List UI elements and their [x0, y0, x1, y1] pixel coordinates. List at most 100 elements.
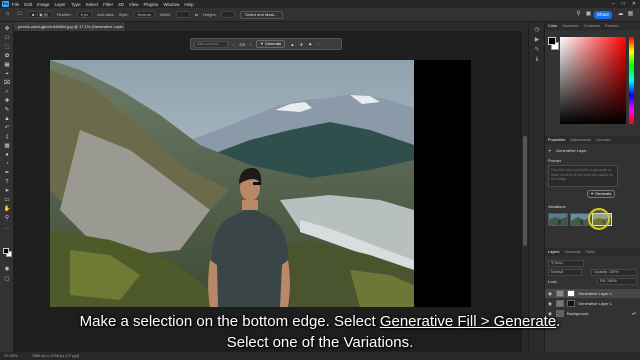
antialias-checkbox[interactable]: Anti-alias [97, 12, 113, 17]
quick-mask-icon[interactable]: ◉ [3, 266, 11, 272]
menu-window[interactable]: Window [163, 2, 179, 7]
menu-filter[interactable]: Filter [103, 2, 113, 7]
fill-control[interactable]: Fill: 100% [597, 278, 637, 285]
history-panel-icon[interactable]: ◷ [533, 26, 541, 34]
menu-plugins[interactable]: Plugins [144, 2, 159, 7]
tab-channels[interactable]: Channels [564, 250, 580, 254]
properties-prompt-input[interactable]: Describe what you'd like to generate or … [548, 165, 618, 187]
ctx-generate-button[interactable]: ✦ Generate [256, 40, 286, 48]
tab-paths[interactable]: Paths [585, 250, 595, 254]
properties-generate-button[interactable]: ✦ Generate [587, 190, 615, 198]
menu-3d[interactable]: 3D [118, 2, 124, 7]
screen-mode-icon[interactable]: ▢ [3, 276, 11, 282]
shape-tool-icon[interactable]: ▭ [3, 197, 11, 203]
type-tool-icon[interactable]: T [3, 179, 11, 185]
lasso-tool-icon[interactable]: ✿ [3, 53, 11, 59]
menu-edit[interactable]: Edit [24, 2, 32, 7]
variations-heading: Variations [548, 204, 566, 209]
color-picker-field[interactable] [560, 37, 626, 124]
cloud-icon[interactable]: ☁ [617, 11, 624, 18]
layer-row[interactable]: ◉ Generative Layer 1 [545, 289, 640, 298]
path-select-icon[interactable]: ➤ [3, 188, 11, 194]
object-select-icon[interactable]: ▦ [3, 62, 11, 68]
marquee-tool-icon[interactable]: □ [16, 11, 23, 18]
healing-brush-icon[interactable]: ✚ [3, 98, 11, 104]
close-icon[interactable]: ✕ [632, 1, 636, 7]
history-brush-icon[interactable]: ↶ [3, 125, 11, 131]
clone-stamp-icon[interactable]: ▲ [3, 116, 11, 122]
flag-icon[interactable]: ⚑ [308, 42, 312, 47]
eyedropper-icon[interactable]: ✓ [3, 89, 11, 95]
hue-slider[interactable] [629, 37, 634, 124]
gradient-tool-icon[interactable]: ▩ [3, 143, 11, 149]
maximize-icon[interactable]: □ [622, 1, 625, 7]
swap-icon[interactable]: ⇄ [195, 12, 198, 17]
document-canvas[interactable] [50, 60, 471, 307]
move-tool-icon[interactable]: ✥ [3, 26, 11, 32]
zoom-level[interactable]: 17.09% [4, 352, 18, 360]
scrollbar-thumb[interactable] [523, 136, 527, 246]
menu-image[interactable]: Image [37, 2, 50, 7]
menu-file[interactable]: File [12, 2, 19, 7]
share-button[interactable]: Share [594, 11, 612, 19]
options-bar: ⌂ □ ■ □ ▣ ▤ Feather: 0 px Anti-alias Sty… [0, 8, 640, 22]
tab-color[interactable]: Color [548, 24, 557, 28]
rect-marquee-icon[interactable]: ⬚ [3, 44, 11, 50]
prev-variation-icon[interactable]: ‹ [233, 42, 234, 47]
tab-properties[interactable]: Properties [548, 138, 565, 142]
menu-layer[interactable]: Layer [55, 2, 66, 7]
pen-tool-icon[interactable]: ✒ [3, 170, 11, 176]
selection-mode-buttons[interactable]: ■ □ ▣ ▤ [28, 11, 52, 18]
menu-select[interactable]: Select [86, 2, 99, 7]
tutorial-caption: Make a selection on the bottom edge. Sel… [0, 311, 640, 353]
brush-tool-icon[interactable]: ✎ [3, 107, 11, 113]
tab-libraries[interactable]: Libraries [596, 138, 611, 142]
actions-panel-icon[interactable]: ▶ [533, 36, 541, 44]
variation-thumbnail-1[interactable] [548, 213, 568, 226]
menu-help[interactable]: Help [184, 2, 193, 7]
color-panel-fg-swatch[interactable] [548, 37, 556, 45]
blend-mode-select[interactable]: Normal [548, 269, 582, 276]
document-tab[interactable]: pexels-ostof-gjhoni-848664.jpg @ 17.1% (… [14, 22, 126, 31]
home-icon[interactable]: ⌂ [4, 11, 11, 18]
next-variation-icon[interactable]: › [250, 42, 251, 47]
search-icon[interactable]: ⚲ [575, 11, 582, 18]
tab-swatches[interactable]: Swatches [562, 24, 578, 28]
crop-tool-icon[interactable]: ⌖ [3, 71, 11, 77]
opacity-control[interactable]: Opacity: 100% [591, 269, 637, 276]
info-panel-icon[interactable]: ℹ [533, 56, 541, 64]
tab-gradients[interactable]: Gradients [584, 24, 600, 28]
tab-layers[interactable]: Layers [548, 250, 559, 254]
frame-tool-icon[interactable]: ⌧ [3, 80, 11, 86]
more-tools-icon[interactable]: ⋯ [3, 227, 11, 233]
tab-patterns[interactable]: Patterns [605, 24, 619, 28]
blur-tool-icon[interactable]: ● [3, 152, 11, 158]
height-input[interactable] [220, 11, 235, 18]
layout-icon[interactable]: ▦ [627, 11, 634, 18]
menu-view[interactable]: View [129, 2, 139, 7]
style-select[interactable]: Normal [133, 11, 155, 18]
select-and-mask-button[interactable]: Select and Mask... [239, 10, 283, 19]
ctx-prompt-input[interactable]: Add a prompt... [194, 40, 228, 48]
width-input[interactable] [175, 11, 190, 18]
visibility-eye-icon[interactable]: ◉ [548, 301, 553, 307]
menu-type[interactable]: Type [71, 2, 81, 7]
layer-filter-kind[interactable]: ⚲ Kind [548, 260, 584, 267]
hand-tool-icon[interactable]: ✋ [3, 206, 11, 212]
layer-row[interactable]: ◉ Generative Layer 1 [545, 299, 640, 308]
thumbs-down-icon[interactable]: ▼ [299, 42, 303, 47]
variation-thumbnail-2[interactable] [570, 213, 590, 226]
visibility-eye-icon[interactable]: ◉ [548, 291, 553, 297]
more-options-icon[interactable]: ⋯ [317, 42, 321, 47]
feather-input[interactable]: 0 px [76, 11, 93, 18]
minimize-icon[interactable]: – [612, 1, 615, 7]
foreground-color-swatch[interactable] [3, 248, 9, 254]
dodge-tool-icon[interactable]: ◔ [3, 161, 11, 167]
artboard-tool-icon[interactable]: □ [3, 35, 11, 41]
tab-adjustments[interactable]: Adjustments [570, 138, 591, 142]
brush-panel-icon[interactable]: ✎ [533, 46, 541, 54]
eraser-tool-icon[interactable]: ▯ [3, 134, 11, 140]
zoom-tool-icon[interactable]: ⚲ [3, 215, 11, 221]
workspace-icon[interactable]: ▣ [585, 11, 592, 18]
thumbs-up-icon[interactable]: ▲ [290, 42, 294, 47]
